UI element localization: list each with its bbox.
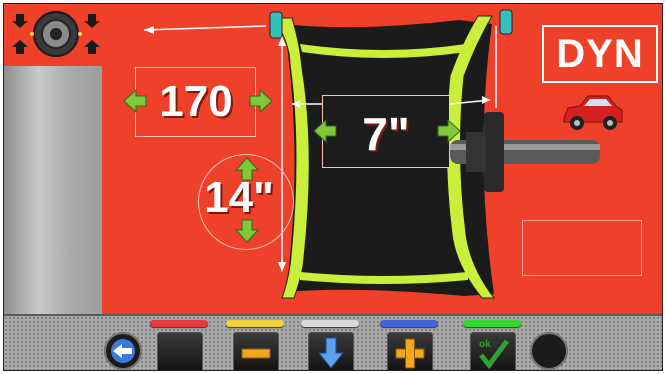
white-function-bar: [301, 320, 359, 327]
width-value: 170: [159, 77, 233, 126]
function-button-1[interactable]: [157, 332, 203, 370]
width-decrease-arrow-icon[interactable]: [122, 88, 148, 114]
red-function-bar: [150, 320, 208, 327]
ok-button[interactable]: ok: [470, 332, 516, 370]
diameter-decrease-arrow-icon[interactable]: [234, 218, 260, 244]
minus-button[interactable]: [233, 332, 279, 370]
blue-function-bar: [380, 320, 438, 327]
ok-label: ok: [479, 339, 491, 350]
round-function-button[interactable]: [530, 332, 568, 370]
offset-decrease-arrow-icon[interactable]: [312, 118, 338, 144]
info-box: [522, 220, 642, 276]
plus-icon: [395, 338, 425, 369]
down-button[interactable]: [308, 332, 354, 370]
width-increase-arrow-icon[interactable]: [248, 88, 274, 114]
yellow-function-bar: [226, 320, 284, 327]
ok-check-icon: ok: [479, 339, 509, 370]
car-icon: [563, 95, 623, 130]
back-arrow-icon: [111, 339, 135, 363]
diameter-increase-arrow-icon[interactable]: [234, 156, 260, 182]
green-function-bar: [463, 320, 521, 327]
wheel-data-screen: 170 7" 14" DYN: [4, 4, 662, 314]
back-button[interactable]: [104, 332, 142, 370]
down-arrow-icon: [317, 337, 345, 369]
plus-button[interactable]: [387, 332, 433, 370]
offset-increase-arrow-icon[interactable]: [436, 118, 462, 144]
bottom-toolbar: ok: [4, 314, 662, 370]
minus-icon: [241, 348, 271, 359]
mode-indicator[interactable]: DYN: [542, 25, 658, 83]
mode-label: DYN: [556, 32, 644, 76]
balancer-screen-frame: 170 7" 14" DYN ok: [3, 3, 663, 371]
offset-value: 7": [362, 108, 410, 160]
